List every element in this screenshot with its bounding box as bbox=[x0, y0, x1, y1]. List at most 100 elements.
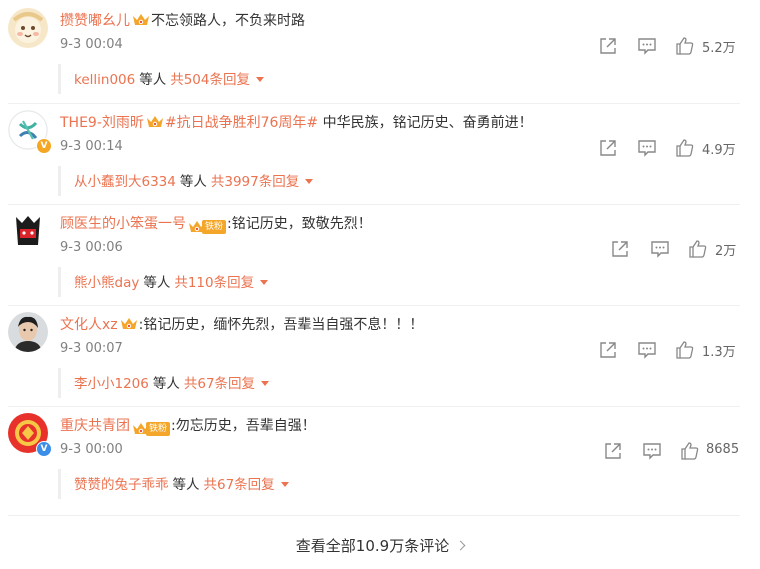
reply-indent-bar bbox=[58, 469, 61, 499]
comment-time: 9-3 00:06 bbox=[60, 240, 123, 255]
replies-link[interactable]: 熊小熊day 等人 共110条回复 bbox=[74, 273, 269, 293]
reply-user[interactable]: 李小小1206 bbox=[74, 376, 149, 392]
comment-item: 攒赞嘟幺儿 不忘领路人，不负来时路 9-3 00:04 5.2万 kellin00… bbox=[0, 0, 760, 102]
crown-icon bbox=[133, 14, 149, 25]
avatar-image bbox=[8, 312, 48, 352]
username-link[interactable]: 文化人xz bbox=[60, 317, 118, 333]
reply-total[interactable]: 共67条回复 bbox=[204, 477, 275, 493]
avatar[interactable]: V bbox=[8, 110, 52, 154]
reply-suffix: 等人 bbox=[172, 477, 200, 493]
reply-total[interactable]: 共504条回复 bbox=[170, 72, 250, 88]
like-count: 8685 bbox=[706, 442, 740, 457]
comment-item: V THE9-刘雨昕 #抗日战争胜利76周年# 中华民族，铭记历史、奋勇前进！ 9… bbox=[0, 102, 760, 204]
comment-icon[interactable] bbox=[642, 441, 662, 461]
reply-user[interactable]: 赞赞的兔子乖乖 bbox=[74, 477, 169, 493]
username-link[interactable]: 重庆共青团 bbox=[60, 418, 130, 434]
comment-icon[interactable] bbox=[650, 239, 670, 259]
avatar-image bbox=[8, 211, 48, 251]
comment-item: V 重庆共青团 铁粉:勿忘历史，吾辈自强！ 9-3 00:00 8685 赞赞的兔… bbox=[0, 405, 760, 507]
comment-text: :铭记历史，致敬先烈！ bbox=[227, 216, 372, 232]
username-link[interactable]: 攒赞嘟幺儿 bbox=[60, 13, 130, 29]
reply-user[interactable]: 熊小熊day bbox=[74, 275, 139, 291]
divider bbox=[8, 515, 740, 516]
username-link[interactable]: 顾医生的小笨蛋一号 bbox=[60, 216, 186, 232]
thumbs-up-icon[interactable] bbox=[675, 36, 695, 56]
comment-actions: 2万 bbox=[598, 239, 738, 259]
chevron-right-icon[interactable] bbox=[455, 540, 466, 551]
comment-item: 文化人xz :铭记历史，缅怀先烈，吾辈当自强不息！！！ 9-3 00:07 1.3… bbox=[0, 304, 760, 406]
chevron-down-icon[interactable] bbox=[256, 77, 264, 82]
avatar[interactable] bbox=[8, 8, 48, 48]
fan-badge-label: 铁粉 bbox=[146, 422, 171, 436]
chevron-down-icon[interactable] bbox=[305, 179, 314, 184]
reply-suffix: 等人 bbox=[179, 174, 207, 190]
crown-icon bbox=[120, 318, 137, 329]
avatar[interactable]: V bbox=[8, 413, 52, 457]
comment-item: 顾医生的小笨蛋一号 铁粉:铭记历史，致敬先烈！ 9-3 00:06 2万 熊小熊d… bbox=[0, 203, 760, 305]
comment-actions: 8685 bbox=[598, 441, 740, 461]
share-icon[interactable] bbox=[610, 239, 630, 259]
share-icon[interactable] bbox=[598, 340, 618, 360]
share-icon[interactable] bbox=[603, 441, 623, 461]
fan-badge: 铁粉 bbox=[188, 219, 227, 235]
replies-link[interactable]: 赞赞的兔子乖乖 等人 共67条回复 bbox=[74, 475, 289, 495]
replies-link[interactable]: 李小小1206 等人 共67条回复 bbox=[74, 374, 270, 394]
reply-suffix: 等人 bbox=[143, 275, 171, 291]
view-all-label[interactable]: 查看全部10.9万条评论 bbox=[296, 537, 449, 555]
reply-indent-bar bbox=[58, 267, 61, 297]
reply-total[interactable]: 共67条回复 bbox=[184, 376, 255, 392]
comment-actions: 4.9万 bbox=[598, 138, 738, 158]
comment-text: 不忘领路人，不负来时路 bbox=[151, 13, 305, 29]
fan-badge-label: 铁粉 bbox=[202, 220, 227, 234]
view-all-comments-link[interactable]: 查看全部10.9万条评论 bbox=[0, 535, 760, 556]
reply-indent-bar bbox=[58, 368, 61, 398]
comment-line: 重庆共青团 铁粉:勿忘历史，吾辈自强！ bbox=[60, 415, 316, 437]
comment-text: 中华民族，铭记历史、奋勇前进！ bbox=[318, 115, 533, 131]
reply-user[interactable]: 从小蠢到大6334 bbox=[74, 174, 176, 190]
reply-suffix: 等人 bbox=[139, 72, 167, 88]
comment-actions: 5.2万 bbox=[598, 36, 738, 56]
reply-total[interactable]: 共110条回复 bbox=[174, 275, 254, 291]
verified-badge: V bbox=[36, 138, 52, 154]
comment-icon[interactable] bbox=[637, 138, 657, 158]
reply-total[interactable]: 共3997条回复 bbox=[211, 174, 299, 190]
comment-icon[interactable] bbox=[637, 340, 657, 360]
reply-indent-bar bbox=[58, 64, 61, 94]
replies-link[interactable]: 从小蠢到大6334 等人 共3997条回复 bbox=[74, 172, 314, 192]
avatar[interactable] bbox=[8, 211, 48, 251]
chevron-down-icon[interactable] bbox=[280, 482, 289, 487]
thumbs-up-icon[interactable] bbox=[680, 441, 700, 461]
crown-icon bbox=[146, 116, 163, 127]
reply-user[interactable]: kellin006 bbox=[74, 72, 135, 88]
avatar-image bbox=[8, 8, 48, 48]
comment-line: 攒赞嘟幺儿 不忘领路人，不负来时路 bbox=[60, 10, 305, 32]
avatar[interactable] bbox=[8, 312, 48, 352]
comment-line: 顾医生的小笨蛋一号 铁粉:铭记历史，致敬先烈！ bbox=[60, 213, 372, 235]
share-icon[interactable] bbox=[598, 36, 618, 56]
comment-time: 9-3 00:14 bbox=[60, 139, 123, 154]
comment-actions: 1.3万 bbox=[598, 340, 738, 360]
chevron-down-icon[interactable] bbox=[260, 280, 269, 285]
comment-line: 文化人xz :铭记历史，缅怀先烈，吾辈当自强不息！！！ bbox=[60, 314, 423, 336]
comment-time: 9-3 00:00 bbox=[60, 442, 123, 457]
comment-text: :铭记历史，缅怀先烈，吾辈当自强不息！！！ bbox=[138, 317, 424, 333]
reply-indent-bar bbox=[58, 166, 61, 196]
like-count: 5.2万 bbox=[702, 41, 736, 56]
like-count: 4.9万 bbox=[702, 143, 736, 158]
comment-time: 9-3 00:07 bbox=[60, 341, 123, 356]
username-link[interactable]: THE9-刘雨昕 bbox=[60, 115, 144, 131]
thumbs-up-icon[interactable] bbox=[675, 138, 695, 158]
like-count: 1.3万 bbox=[702, 345, 736, 360]
chevron-down-icon[interactable] bbox=[261, 381, 270, 386]
comment-text: :勿忘历史，吾辈自强！ bbox=[171, 418, 316, 434]
thumbs-up-icon[interactable] bbox=[675, 340, 695, 360]
share-icon[interactable] bbox=[598, 138, 618, 158]
thumbs-up-icon[interactable] bbox=[688, 239, 708, 259]
replies-link[interactable]: kellin006 等人 共504条回复 bbox=[74, 70, 264, 90]
like-count: 2万 bbox=[715, 244, 737, 259]
comment-time: 9-3 00:04 bbox=[60, 37, 123, 52]
reply-suffix: 等人 bbox=[152, 376, 180, 392]
comment-line: THE9-刘雨昕 #抗日战争胜利76周年# 中华民族，铭记历史、奋勇前进！ bbox=[60, 112, 533, 134]
comment-icon[interactable] bbox=[637, 36, 657, 56]
topic-link[interactable]: #抗日战争胜利76周年# bbox=[165, 115, 318, 131]
